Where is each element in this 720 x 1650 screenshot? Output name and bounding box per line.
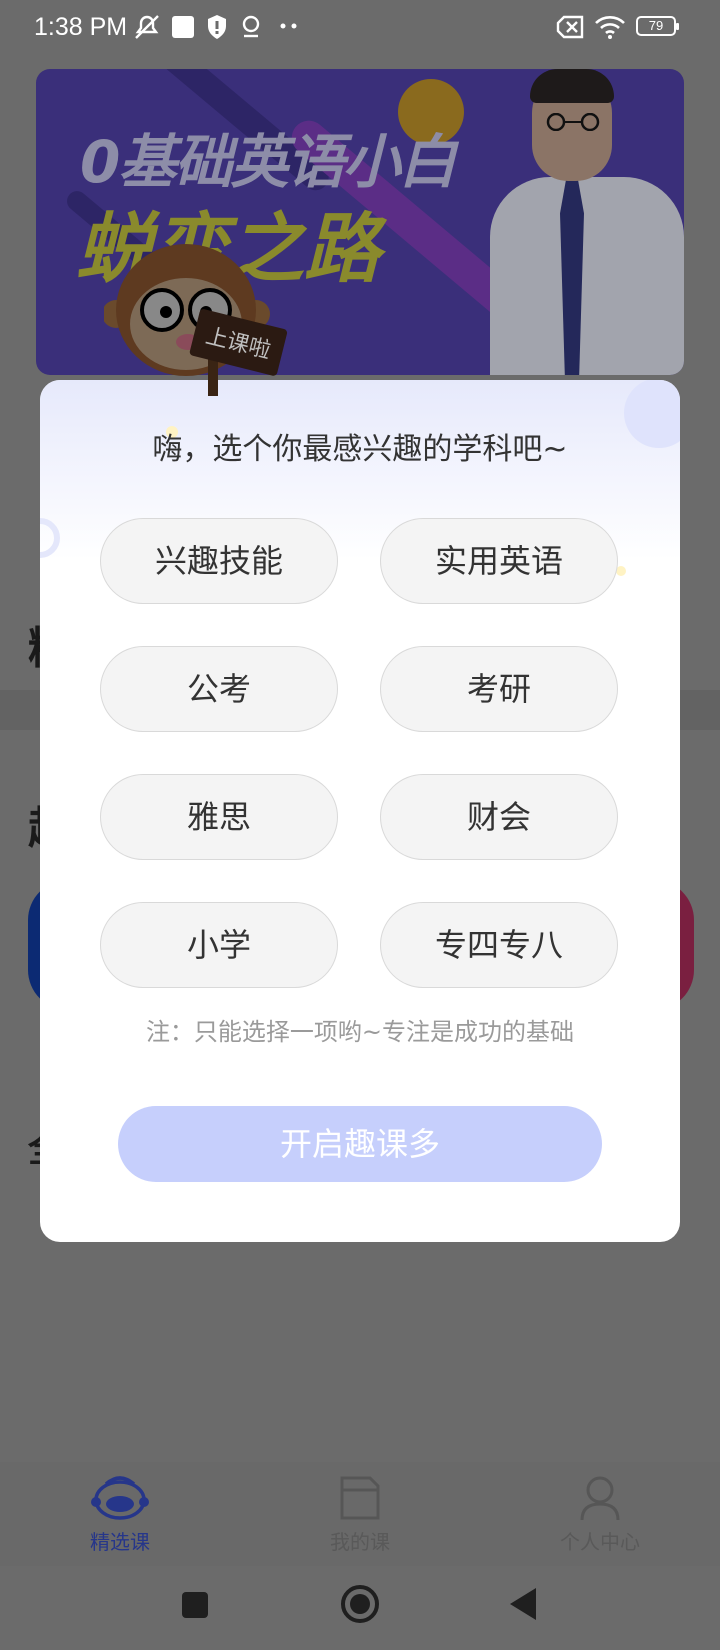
sim-off-icon — [556, 15, 584, 39]
folder-icon — [340, 1476, 380, 1520]
subject-picker-dialog: 嗨，选个你最感兴趣的学科吧~ 兴趣技能 实用英语 公考 考研 雅思 财会 小学 … — [40, 380, 680, 1242]
option-primary-school[interactable]: 小学 — [100, 902, 338, 988]
back-icon[interactable] — [508, 1586, 538, 1622]
monkey-course-icon — [91, 1476, 149, 1520]
teacher-photo — [490, 69, 684, 375]
monkey-mascot-icon: 上课啦 — [104, 244, 288, 396]
notification-square-icon — [172, 16, 194, 38]
nav-label: 我的课 — [330, 1530, 390, 1554]
status-bar: 1:38 PM 79 — [0, 0, 720, 56]
selection-note: 注：只能选择一项哟~专注是成功的基础 — [145, 1018, 575, 1046]
nav-item-featured[interactable]: 精选课 — [40, 1472, 200, 1555]
home-icon[interactable] — [340, 1584, 380, 1624]
dialog-title: 嗨，选个你最感兴趣的学科吧~ — [152, 432, 568, 467]
nav-item-profile[interactable]: 个人中心 — [520, 1472, 680, 1555]
system-navigation-bar — [0, 1566, 720, 1650]
option-postgraduate-exam[interactable]: 考研 — [380, 646, 618, 732]
nav-label: 精选课 — [90, 1530, 150, 1554]
option-tem4-tem8[interactable]: 专四专八 — [380, 902, 618, 988]
option-practical-english[interactable]: 实用英语 — [380, 518, 618, 604]
mute-icon — [135, 15, 159, 39]
option-civil-service-exam[interactable]: 公考 — [100, 646, 338, 732]
nav-label: 个人中心 — [560, 1530, 640, 1554]
bottom-nav: 精选课 我的课 个人中心 — [0, 1462, 720, 1566]
wifi-icon — [595, 16, 625, 39]
nav-item-my-courses[interactable]: 我的课 — [280, 1472, 440, 1555]
user-icon — [580, 1476, 620, 1521]
recent-apps-icon[interactable] — [180, 1590, 210, 1620]
more-dots-icon — [280, 23, 297, 29]
battery-level: 79 — [648, 18, 664, 33]
teacher-hair — [530, 69, 614, 103]
option-accounting[interactable]: 财会 — [380, 774, 618, 860]
status-time: 1:38 PM — [34, 13, 128, 41]
battery-icon: 79 — [636, 16, 679, 36]
teacher-shirt — [490, 177, 684, 375]
start-button[interactable]: 开启趣课多 — [118, 1106, 602, 1182]
location-icon — [242, 15, 260, 38]
option-interest-skills[interactable]: 兴趣技能 — [100, 518, 338, 604]
shield-icon — [208, 15, 226, 39]
glasses-icon — [546, 113, 600, 131]
option-ielts[interactable]: 雅思 — [100, 774, 338, 860]
